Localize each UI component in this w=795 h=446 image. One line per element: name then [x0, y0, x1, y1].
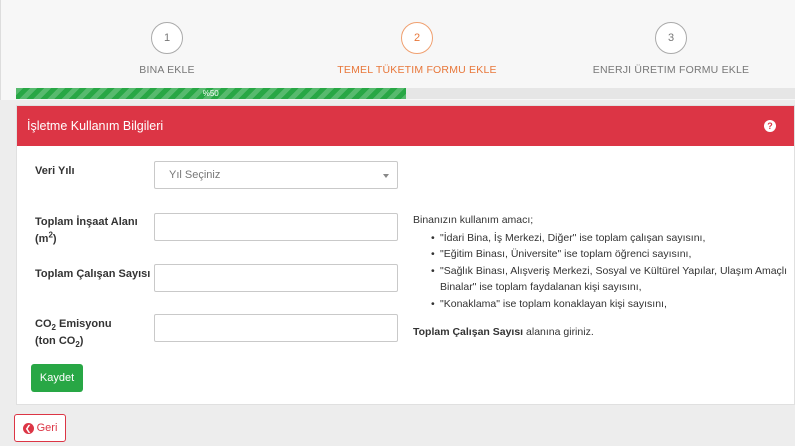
panel-header: İşletme Kullanım Bilgileri ?	[17, 106, 794, 146]
progress-fill: %50	[16, 88, 406, 99]
step-label: BINA EKLE	[139, 64, 195, 76]
year-select-value: Yıl Seçiniz	[169, 169, 221, 181]
step-label: TEMEL TÜKETIM FORMU EKLE	[337, 64, 497, 76]
co2-label: CO2 Emisyonu (ton CO2)	[35, 316, 112, 350]
progress-bar: %50	[16, 88, 795, 99]
co2-unit-prefix: (ton CO	[35, 335, 76, 347]
area-label: Toplam İnşaat Alanı (m2)	[35, 214, 138, 248]
back-button[interactable]: ❮ Geri	[14, 414, 66, 442]
co2-input[interactable]	[154, 314, 398, 342]
step-number: 2	[401, 22, 433, 54]
year-label: Veri Yılı	[35, 165, 75, 177]
info-list-item: "Sağlık Binası, Alışveriş Merkezi, Sosya…	[431, 263, 793, 296]
save-button[interactable]: Kaydet	[31, 364, 83, 392]
wizard-stepper: 1 BINA EKLE 2 TEMEL TÜKETIM FORMU EKLE 3…	[0, 0, 795, 100]
usage-info-text: Binanızın kullanım amacı; "İdari Bina, İ…	[413, 212, 793, 341]
back-label: Geri	[36, 422, 58, 434]
step-number: 3	[655, 22, 687, 54]
arrow-left-circle-icon: ❮	[22, 422, 34, 434]
step-temel-tuketim[interactable]: 2 TEMEL TÜKETIM FORMU EKLE	[317, 22, 517, 76]
info-footer-rest: alanına giriniz.	[523, 326, 594, 338]
year-select[interactable]: Yıl Seçiniz	[154, 161, 398, 189]
info-list: "İdari Bina, İş Merkezi, Diğer" ise topl…	[413, 230, 793, 313]
area-label-text: Toplam İnşaat Alanı	[35, 216, 138, 228]
info-footer: Toplam Çalışan Sayısı alanına giriniz.	[413, 324, 793, 341]
employees-input[interactable]	[154, 264, 398, 292]
area-input[interactable]	[154, 213, 398, 241]
co2-label-suffix: Emisyonu	[55, 318, 112, 330]
step-bina-ekle[interactable]: 1 BINA EKLE	[67, 22, 267, 76]
co2-label-prefix: CO	[35, 318, 52, 330]
question-circle-icon[interactable]: ?	[764, 120, 776, 132]
info-list-item: "İdari Bina, İş Merkezi, Diğer" ise topl…	[431, 230, 793, 247]
caret-down-icon	[383, 174, 389, 178]
area-unit-open: (m	[35, 233, 49, 245]
co2-unit-close: )	[79, 335, 84, 347]
info-footer-bold: Toplam Çalışan Sayısı	[413, 326, 524, 338]
employees-label: Toplam Çalışan Sayısı	[35, 268, 151, 280]
info-list-item: "Konaklama" ise toplam konaklayan kişi s…	[431, 296, 793, 313]
step-enerji-uretim[interactable]: 3 ENERJI ÜRETIM FORMU EKLE	[571, 22, 771, 76]
step-label: ENERJI ÜRETIM FORMU EKLE	[592, 64, 750, 76]
info-intro: Binanızın kullanım amacı;	[413, 214, 534, 226]
usage-info-panel: İşletme Kullanım Bilgileri ? Veri Yılı Y…	[16, 105, 795, 405]
panel-title: İşletme Kullanım Bilgileri	[27, 119, 164, 133]
info-list-item: "Eğitim Binası, Üniversite" ise toplam ö…	[431, 246, 793, 263]
step-number: 1	[151, 22, 183, 54]
area-unit-close: )	[52, 233, 57, 245]
